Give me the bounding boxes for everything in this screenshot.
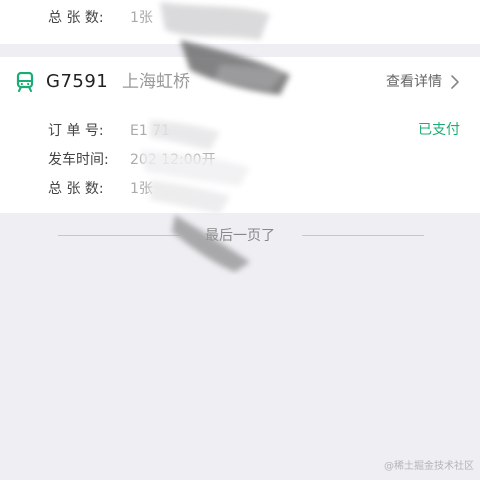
total-tickets-value: 1张	[130, 10, 153, 26]
watermark: @稀土掘金技术社区	[384, 461, 474, 472]
order-number-row: 订 单 号: E1 71	[48, 121, 170, 141]
order-card-header[interactable]: G7591 上海虹桥 查看详情	[0, 57, 480, 107]
station-name: 上海虹桥	[122, 72, 190, 92]
train-number: G7591	[46, 71, 109, 92]
divider-right	[302, 235, 424, 236]
total-tickets-label: 总 张 数:	[48, 10, 104, 26]
chevron-right-icon[interactable]	[448, 73, 462, 91]
order-number-label: 订 单 号:	[48, 123, 104, 139]
total-tickets-row: 总 张 数: 1张	[48, 8, 153, 28]
payment-status-badge: 已支付	[418, 122, 460, 138]
train-icon	[16, 72, 34, 92]
order-card[interactable]: G7591 上海虹桥 查看详情 已支付 订 单 号: E1 71 发车时间: 202…	[0, 57, 480, 213]
end-of-list-indicator: 最后一页了	[0, 226, 480, 246]
end-of-list-text: 最后一页了	[205, 228, 275, 244]
total-tickets-row: 总 张 数: 1张	[48, 179, 153, 199]
total-tickets-value: 1张	[130, 181, 153, 197]
departure-time-label: 发车时间:	[48, 152, 109, 168]
departure-time-row: 发车时间: 202 12:00开	[48, 150, 216, 170]
total-tickets-label: 总 张 数:	[48, 181, 104, 197]
previous-order-card: 总 张 数: 1张	[0, 0, 480, 44]
order-number-value: E1 71	[130, 123, 171, 139]
view-details-link[interactable]: 查看详情	[386, 72, 442, 92]
departure-time-value: 202 12:00开	[130, 152, 216, 168]
